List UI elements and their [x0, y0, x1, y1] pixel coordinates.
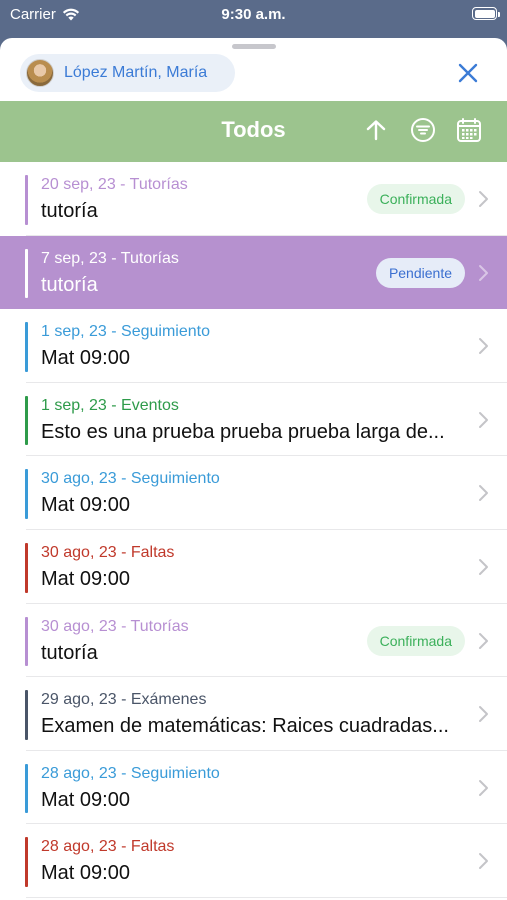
category-color-bar	[25, 175, 28, 225]
item-date-category: 29 ago, 23 - Exámenes	[41, 691, 207, 709]
chevron-right-icon	[479, 338, 488, 355]
list-item[interactable]: 7 sep, 23 - Tutorías tutoría Pendiente	[0, 235, 507, 310]
list-item[interactable]: 30 ago, 23 - Seguimiento Mat 09:00	[0, 456, 507, 530]
item-title: tutoría	[41, 641, 98, 664]
avatar	[26, 59, 54, 87]
category-color-bar	[25, 763, 28, 814]
list-item[interactable]: 30 ago, 23 - Tutorías tutoría Confirmada	[0, 603, 507, 678]
item-date-category: 30 ago, 23 - Seguimiento	[41, 470, 220, 488]
item-title: Esto es una prueba prueba prueba larga d…	[41, 420, 445, 443]
list-item[interactable]: 1 sep, 23 - Eventos Esto es una prueba pr…	[0, 382, 507, 457]
item-date-category: 28 ago, 23 - Seguimiento	[41, 764, 220, 782]
item-date-category: 7 sep, 23 - Tutorías	[41, 249, 179, 267]
category-color-bar	[25, 322, 28, 372]
item-title: Examen de matemáticas: Raices cuadradas.…	[41, 715, 449, 738]
item-title: Mat 09:00	[41, 788, 130, 811]
calendar-icon[interactable]	[454, 115, 484, 145]
category-color-bar	[25, 542, 28, 593]
item-title: Mat 09:00	[41, 862, 130, 885]
status-badge: Confirmada	[366, 184, 465, 214]
list-item[interactable]: 28 ago, 23 - Seguimiento Mat 09:00	[0, 750, 507, 825]
item-date-category: 30 ago, 23 - Faltas	[41, 543, 175, 561]
item-title: Mat 09:00	[41, 494, 130, 517]
chevron-right-icon	[479, 411, 488, 428]
chevron-right-icon	[479, 779, 488, 796]
events-list: 20 sep, 23 - Tutorías tutoría Confirmada 7 …	[0, 162, 507, 898]
list-item[interactable]: 30 ago, 23 - Faltas Mat 09:00	[0, 529, 507, 604]
item-title: Mat 09:00	[41, 347, 130, 370]
list-item[interactable]: 1 sep, 23 - Seguimiento Mat 09:00	[0, 309, 507, 383]
item-date-category: 1 sep, 23 - Eventos	[41, 396, 179, 414]
category-color-bar	[25, 837, 28, 887]
item-date-category: 28 ago, 23 - Faltas	[41, 838, 175, 856]
category-color-bar	[25, 469, 28, 519]
item-date-category: 20 sep, 23 - Tutorías	[41, 176, 188, 193]
chevron-right-icon	[479, 853, 488, 870]
battery-icon	[472, 7, 500, 20]
filter-icon[interactable]	[408, 115, 438, 145]
item-date-category: 30 ago, 23 - Tutorías	[41, 617, 189, 635]
item-title: Mat 09:00	[41, 567, 130, 590]
list-item[interactable]: 28 ago, 23 - Faltas Mat 09:00	[0, 824, 507, 898]
item-title: tutoría	[41, 273, 98, 296]
chevron-right-icon	[479, 485, 488, 502]
category-color-bar	[25, 248, 28, 299]
chevron-right-icon	[479, 558, 488, 575]
user-name: López Martín, María	[64, 64, 208, 81]
close-icon[interactable]	[457, 62, 479, 84]
status-time: 9:30 a.m.	[221, 6, 286, 23]
category-color-bar	[25, 616, 28, 667]
toolbar-title-label: Todos	[221, 117, 286, 142]
category-color-bar	[25, 395, 28, 446]
chevron-right-icon	[479, 191, 488, 207]
sort-arrow-up-icon[interactable]	[361, 115, 391, 145]
category-color-bar	[25, 690, 28, 740]
user-chip[interactable]: López Martín, María	[20, 54, 235, 92]
status-bar: Carrier 9:30 a.m.	[0, 0, 507, 30]
list-item[interactable]: 29 ago, 23 - Exámenes Examen de matemátic…	[0, 677, 507, 751]
sheet-grabber[interactable]	[232, 44, 276, 49]
status-badge: Pendiente	[375, 257, 465, 288]
chevron-right-icon	[479, 632, 488, 649]
modal-sheet: López Martín, María Todos 20 sep, 23 - T…	[0, 38, 507, 900]
chevron-right-icon	[479, 706, 488, 723]
list-item[interactable]: 20 sep, 23 - Tutorías tutoría Confirmada	[0, 162, 507, 236]
item-title: tutoría	[41, 200, 98, 222]
status-badge: Confirmada	[366, 625, 465, 656]
filter-toolbar: Todos	[0, 101, 507, 162]
item-date-category: 1 sep, 23 - Seguimiento	[41, 323, 210, 341]
chevron-right-icon	[479, 264, 488, 281]
